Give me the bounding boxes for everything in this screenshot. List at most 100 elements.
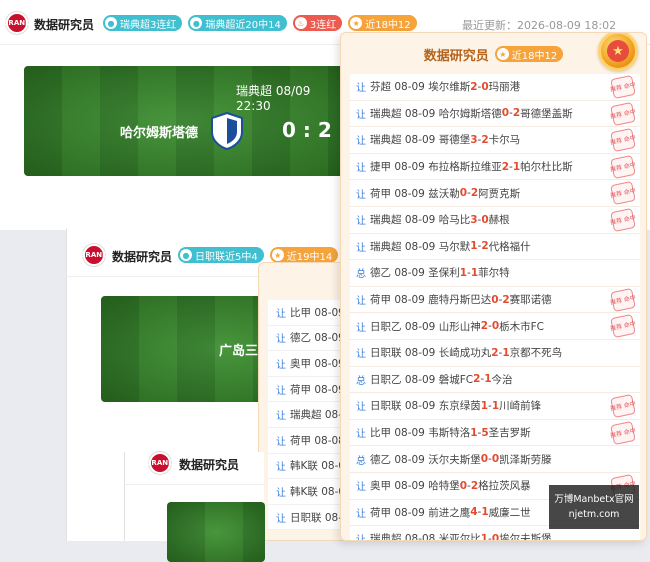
away-score: 1 (502, 346, 510, 359)
home-score: 0 (459, 479, 468, 492)
match-banner[interactable]: 瑞典超 08/09 22:30 哈尔姆斯塔德 0 : 2 (24, 66, 344, 176)
bet-type: 让 (356, 163, 366, 175)
match-row[interactable]: 让瑞典超 08-09 哈马比 3 - 0 赫根 推荐 命中 (350, 206, 640, 234)
league-date: 德乙 08-09 (290, 332, 343, 345)
home-team: 鹿特丹斯巴达 (428, 294, 492, 307)
bet-type: 让 (356, 535, 366, 541)
away-team: 卡尔马 (488, 134, 521, 147)
home-team: 韦斯特洛 (428, 427, 471, 440)
list-item[interactable]: 让瑞典超 08-09 (268, 402, 343, 428)
match-row[interactable]: 总德乙 08-09 沃尔夫斯堡 0 - 0 凯泽斯劳滕 (350, 446, 640, 473)
match-row[interactable]: 让荷甲 08-09 兹沃勒 0 - 2 阿贾克斯 推荐 命中 (350, 180, 640, 207)
home-score: 2 (473, 373, 481, 386)
away-team: 赛耶诺德 (509, 294, 552, 307)
away-team: 埃尔夫斯堡 (499, 533, 552, 541)
bet-type: 让 (356, 482, 366, 494)
league-date: 捷甲 08-09 (370, 161, 425, 174)
league-date: 荷甲 08-08 (290, 434, 343, 447)
hit-stamp-icon: 推荐 命中 (610, 394, 636, 419)
tag-text: 近19中14 (286, 251, 333, 263)
author-avatar[interactable]: BRAND (80, 244, 108, 266)
match-row[interactable]: 让瑞典超 08-09 马尔默 1 - 2 代格福什 (350, 233, 640, 261)
list-item[interactable]: 让德乙 08-09 (268, 326, 343, 352)
home-team: 哈马比 (438, 214, 471, 227)
match-list-mid: 让比甲 08-09 让德乙 08-09 让奥甲 08-09 让荷甲 08-09 让瑞典超… (268, 300, 343, 531)
bet-type: 让 (356, 322, 366, 334)
last-updated: 最近更新：2026-08-09 18:02 (462, 19, 617, 32)
hit-stamp-icon: 推荐 命中 (610, 128, 636, 153)
home-score: 0 (491, 293, 499, 306)
match-row[interactable]: 让日职乙 08-09 山形山神 2 - 0 栃木市FC 推荐 命中 (350, 313, 640, 340)
home-score: 1 (480, 532, 489, 541)
author-name[interactable]: 数据研究员 (34, 16, 94, 33)
away-score: 2 (481, 133, 489, 146)
list-item[interactable]: 让日职联 08-09 (268, 505, 343, 531)
home-score: 1 (470, 240, 478, 253)
away-team: 玛丽港 (488, 81, 521, 94)
list-item[interactable]: 让奥甲 08-09 (268, 351, 343, 377)
match-row[interactable]: 让日职联 08-09 东京绿茵 1 - 1 川崎前锋 推荐 命中 (350, 393, 640, 420)
bet-type: 让 (356, 83, 366, 95)
author-name[interactable]: 数据研究员 (112, 248, 172, 265)
home-team: 长崎成功丸 (438, 347, 492, 360)
away-team: 威廉二世 (488, 506, 531, 519)
tag-text: 3连红 (309, 19, 337, 31)
away-team: 代格福什 (488, 240, 531, 253)
match-row[interactable]: 总日职乙 08-09 磐城FC 2 - 1 今治 (350, 366, 640, 394)
author-name[interactable]: 数据研究员 (179, 456, 239, 473)
away-team: 哥德堡盖斯 (520, 107, 573, 120)
author-tags: ● 日职联近5中4 ★ 近19中14 (178, 247, 339, 263)
home-score: 0 (480, 453, 489, 466)
star-icon: ★ (496, 48, 509, 60)
away-team: 格拉茨风暴 (478, 480, 531, 493)
tag-badge: ● 瑞典超近20中14 (188, 15, 287, 31)
brand-logo: BRAND (146, 452, 174, 474)
match-row[interactable]: 让比甲 08-09 韦斯特洛 1 - 5 圣吉罗斯 推荐 命中 (350, 419, 640, 447)
ball-icon: ● (180, 249, 192, 261)
list-item[interactable]: 让韩K联 08-09 (268, 479, 343, 505)
league-date: 荷甲 08-09 (370, 506, 425, 519)
away-team: 京都不死鸟 (509, 347, 563, 360)
league-date: 奥甲 08-09 (290, 357, 343, 370)
bet-type: 让 (356, 242, 366, 254)
league-date: 日职乙 08-09 (370, 373, 436, 386)
league-date: 日职联 08-09 (290, 511, 343, 524)
author-avatar[interactable]: BRAND (146, 452, 174, 474)
watermark-line1: 万博Manbetx官网 (554, 494, 634, 505)
away-score: 1 (481, 506, 489, 519)
bet-type: 让 (356, 216, 366, 228)
league-date: 瑞典超 08-09 (370, 214, 436, 227)
list-item[interactable]: 让荷甲 08-09 (268, 377, 343, 403)
hit-stamp-icon: 推荐 命中 (610, 314, 636, 339)
match-row[interactable]: 让瑞典超 08-09 哈尔姆斯塔德 0 - 2 哥德堡盖斯 推荐 命中 (350, 100, 640, 128)
bet-type: 让 (356, 296, 366, 308)
away-score: 0 (481, 80, 489, 93)
league-date: 日职乙 08-09 (370, 320, 436, 333)
away-score: 2 (512, 107, 521, 120)
match-league-time: 瑞典超 08/09 22:30 (236, 84, 311, 113)
match-row[interactable]: 让日职联 08-09 长崎成功丸 2 - 1 京都不死鸟 (350, 339, 640, 367)
match-row[interactable]: 让芬超 08-09 埃尔维斯 2 - 0 玛丽港 推荐 命中 (350, 74, 640, 101)
list-item[interactable]: 让韩K联 08-09 (268, 454, 343, 480)
bet-type: 让 (356, 109, 366, 121)
brand-logo: BRAND (3, 12, 31, 34)
home-score: 2 (491, 346, 499, 359)
match-history-popover: 数据研究员 ★ 近18中12 ★ 让芬超 08-09 埃尔维斯 2 - 0 玛丽港 推荐… (340, 32, 647, 541)
bet-type: 让 (276, 359, 286, 371)
author-avatar[interactable]: BRAND (3, 12, 31, 34)
popover-title: 数据研究员 (423, 48, 489, 64)
match-row[interactable]: 让瑞典超 08-09 哥德堡 3 - 2 卡尔马 推荐 命中 (350, 127, 640, 154)
home-score: 1 (480, 399, 489, 412)
hit-stamp-icon: 推荐 命中 (610, 154, 636, 179)
bet-type: 总 (356, 375, 366, 387)
list-item[interactable]: 让比甲 08-09 (268, 300, 343, 326)
match-row[interactable]: 总德乙 08-09 圣保利 1 - 1 菲尔特 (350, 260, 640, 287)
match-banner[interactable] (167, 502, 265, 562)
away-score: 2 (470, 479, 479, 492)
bet-type: 总 (356, 455, 366, 467)
match-history-list: 让芬超 08-09 埃尔维斯 2 - 0 玛丽港 推荐 命中让瑞典超 08-09 哈尔… (350, 74, 640, 541)
match-row[interactable]: 让荷甲 08-09 鹿特丹斯巴达 0 - 2 赛耶诺德 推荐 命中 (350, 286, 640, 314)
away-score: 1 (470, 266, 479, 279)
list-item[interactable]: 让荷甲 08-08 (268, 428, 343, 454)
match-row[interactable]: 让捷甲 08-09 布拉格斯拉维亚 2 - 1 帕尔杜比斯 推荐 命中 (350, 153, 640, 181)
